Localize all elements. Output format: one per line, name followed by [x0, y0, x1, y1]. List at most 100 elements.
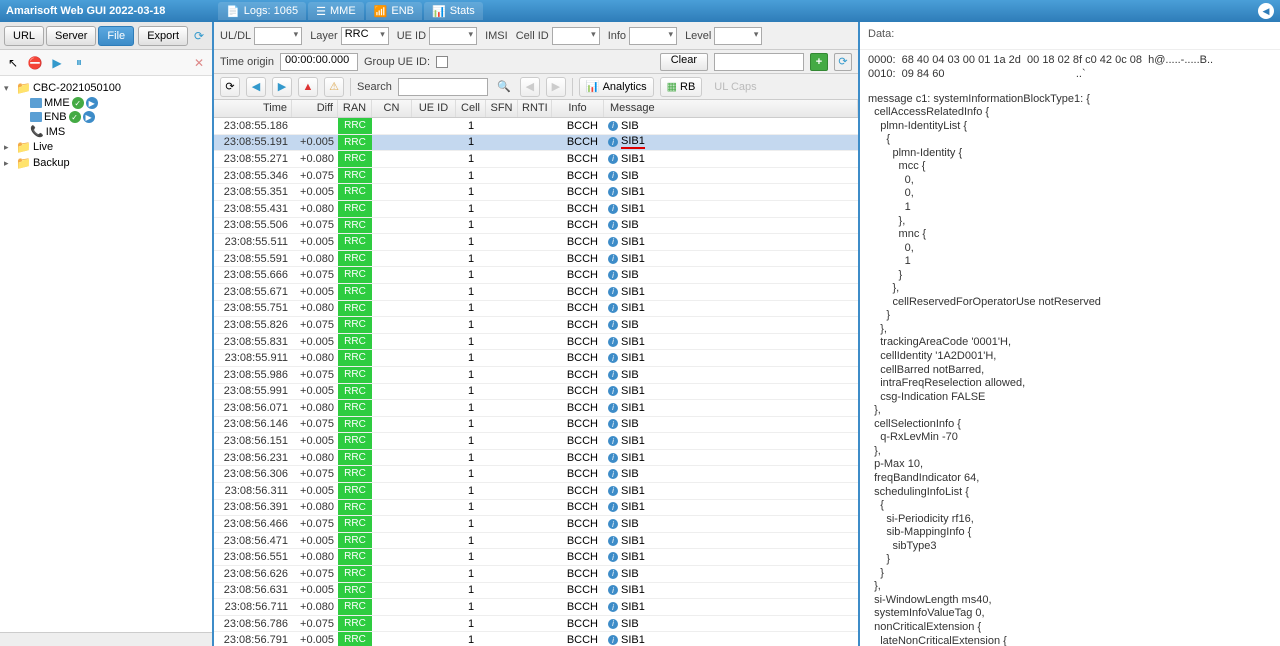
- tab-mme[interactable]: ☰MME: [308, 2, 364, 20]
- table-row[interactable]: 23:08:55.991+0.005RRC1BCCHiSIB1: [214, 384, 858, 401]
- col-info[interactable]: Info: [552, 100, 604, 117]
- clear-button[interactable]: Clear: [660, 53, 708, 71]
- analytics-button[interactable]: 📊Analytics: [579, 77, 654, 97]
- cursor-icon[interactable]: ↖: [4, 54, 22, 72]
- table-row[interactable]: 23:08:56.626+0.075RRC1BCCHiSIB: [214, 566, 858, 583]
- cell-msg: iSIB: [604, 170, 858, 182]
- table-row[interactable]: 23:08:55.191+0.005RRC1BCCHiSIB1: [214, 135, 858, 152]
- table-row[interactable]: 23:08:56.311+0.005RRC1BCCHiSIB1: [214, 483, 858, 500]
- folder-icon: 📁: [16, 81, 31, 95]
- table-row[interactable]: 23:08:55.431+0.080RRC1BCCHiSIB1: [214, 201, 858, 218]
- server-button[interactable]: Server: [46, 26, 96, 46]
- table-row[interactable]: 23:08:55.826+0.075RRC1BCCHiSIB: [214, 317, 858, 334]
- export-button[interactable]: Export: [138, 26, 188, 46]
- tab-stats[interactable]: 📊Stats: [424, 2, 483, 20]
- table-row[interactable]: 23:08:56.146+0.075RRC1BCCHiSIB: [214, 417, 858, 434]
- cell-time: 23:08:55.826: [214, 319, 292, 331]
- table-row[interactable]: 23:08:55.666+0.075RRC1BCCHiSIB: [214, 267, 858, 284]
- refresh-icon[interactable]: ⟳: [190, 27, 208, 45]
- info-select[interactable]: [629, 27, 677, 45]
- col-sfn[interactable]: SFN: [486, 100, 518, 117]
- alert-icon[interactable]: ⚠: [324, 77, 344, 97]
- table-row[interactable]: 23:08:55.591+0.080RRC1BCCHiSIB1: [214, 251, 858, 268]
- status-badge[interactable]: ▶: [83, 111, 95, 123]
- url-button[interactable]: URL: [4, 26, 44, 46]
- status-badge[interactable]: ✓: [72, 97, 84, 109]
- layer-select[interactable]: RRC: [341, 27, 389, 45]
- table-row[interactable]: 23:08:56.466+0.075RRC1BCCHiSIB: [214, 516, 858, 533]
- warn-icon[interactable]: ▲: [298, 77, 318, 97]
- ueid-select[interactable]: [429, 27, 477, 45]
- table-row[interactable]: 23:08:55.271+0.080RRC1BCCHiSIB1: [214, 151, 858, 168]
- info-icon: i: [608, 519, 618, 529]
- table-row[interactable]: 23:08:55.986+0.075RRC1BCCHiSIB: [214, 367, 858, 384]
- col-diff[interactable]: Diff: [292, 100, 338, 117]
- table-row[interactable]: 23:08:56.551+0.080RRC1BCCHiSIB1: [214, 549, 858, 566]
- pause-icon[interactable]: ⏸: [70, 54, 88, 72]
- table-row[interactable]: 23:08:55.346+0.075RRC1BCCHiSIB: [214, 168, 858, 185]
- tree-item-backup[interactable]: ▸📁Backup: [0, 155, 212, 171]
- group-ueid-checkbox[interactable]: [436, 56, 448, 68]
- time-origin-input[interactable]: 00:00:00.000: [280, 53, 358, 71]
- tab-logs[interactable]: 📄Logs: 1065: [218, 2, 306, 20]
- col-ran[interactable]: RAN: [338, 100, 372, 117]
- stop-icon[interactable]: ⛔: [26, 54, 44, 72]
- col-cn[interactable]: CN: [372, 100, 412, 117]
- col-time[interactable]: Time: [214, 100, 292, 117]
- col-cell[interactable]: Cell: [456, 100, 486, 117]
- search-input[interactable]: [398, 78, 488, 96]
- table-row[interactable]: 23:08:56.151+0.005RRC1BCCHiSIB1: [214, 433, 858, 450]
- table-row[interactable]: 23:08:56.471+0.005RRC1BCCHiSIB1: [214, 533, 858, 550]
- play-icon[interactable]: ▶: [48, 54, 66, 72]
- table-row[interactable]: 23:08:56.791+0.005RRC1BCCHiSIB1: [214, 632, 858, 646]
- uldl-select[interactable]: [254, 27, 302, 45]
- cellid-select[interactable]: [552, 27, 600, 45]
- table-row[interactable]: 23:08:55.351+0.005RRC1BCCHiSIB1: [214, 184, 858, 201]
- table-row[interactable]: 23:08:56.631+0.005RRC1BCCHiSIB1: [214, 583, 858, 600]
- table-row[interactable]: 23:08:55.831+0.005RRC1BCCHiSIB1: [214, 334, 858, 351]
- table-row[interactable]: 23:08:56.071+0.080RRC1BCCHiSIB1: [214, 400, 858, 417]
- binoculars-icon[interactable]: 🔍: [494, 77, 514, 97]
- table-row[interactable]: 23:08:55.506+0.075RRC1BCCHiSIB: [214, 218, 858, 235]
- table-row[interactable]: 23:08:55.911+0.080RRC1BCCHiSIB1: [214, 350, 858, 367]
- table-row[interactable]: 23:08:55.186RRC1BCCHiSIB: [214, 118, 858, 135]
- tree-item-cbc-2021050100[interactable]: ▾📁CBC-2021050100: [0, 80, 212, 96]
- table-row[interactable]: 23:08:56.711+0.080RRC1BCCHiSIB1: [214, 599, 858, 616]
- close-icon[interactable]: ✕: [190, 54, 208, 72]
- tree-item-mme[interactable]: MME✓▶: [0, 96, 212, 110]
- refresh-button[interactable]: ⟳: [834, 53, 852, 71]
- search-next-icon[interactable]: ▶: [546, 77, 566, 97]
- table-row[interactable]: 23:08:55.511+0.005RRC1BCCHiSIB1: [214, 234, 858, 251]
- tree-item-enb[interactable]: ENB✓▶: [0, 110, 212, 124]
- level-label: Level: [685, 30, 711, 42]
- tree-item-live[interactable]: ▸📁Live: [0, 139, 212, 155]
- table-row[interactable]: 23:08:56.306+0.075RRC1BCCHiSIB: [214, 466, 858, 483]
- rb-button[interactable]: ▦RB: [660, 77, 703, 97]
- reload-icon[interactable]: ⟳: [220, 77, 240, 97]
- device-icon: [30, 112, 42, 122]
- tab-enb[interactable]: 📶ENB: [366, 2, 422, 20]
- table-row[interactable]: 23:08:55.751+0.080RRC1BCCHiSIB1: [214, 301, 858, 318]
- next-icon[interactable]: ▶: [272, 77, 292, 97]
- level-select[interactable]: [714, 27, 762, 45]
- collapse-icon[interactable]: ◀: [1258, 3, 1274, 19]
- add-filter-button[interactable]: +: [810, 53, 828, 71]
- table-row[interactable]: 23:08:55.671+0.005RRC1BCCHiSIB1: [214, 284, 858, 301]
- prev-icon[interactable]: ◀: [246, 77, 266, 97]
- table-row[interactable]: 23:08:56.786+0.075RRC1BCCHiSIB: [214, 616, 858, 633]
- file-button[interactable]: File: [98, 26, 134, 46]
- status-badge[interactable]: ✓: [69, 111, 81, 123]
- tree-item-ims[interactable]: 📞IMS: [0, 124, 212, 139]
- cell-time: 23:08:55.911: [214, 352, 292, 364]
- col-message[interactable]: Message: [604, 100, 858, 117]
- hscroll[interactable]: [0, 632, 212, 646]
- table-row[interactable]: 23:08:56.391+0.080RRC1BCCHiSIB1: [214, 500, 858, 517]
- table-row[interactable]: 23:08:56.231+0.080RRC1BCCHiSIB1: [214, 450, 858, 467]
- col-rnti[interactable]: RNTI: [518, 100, 552, 117]
- search-prev-icon[interactable]: ◀: [520, 77, 540, 97]
- cell-cell: 1: [456, 302, 486, 314]
- info-icon: i: [608, 353, 618, 363]
- col-ueid[interactable]: UE ID: [412, 100, 456, 117]
- filter-dropdown[interactable]: [714, 53, 804, 71]
- status-badge[interactable]: ▶: [86, 97, 98, 109]
